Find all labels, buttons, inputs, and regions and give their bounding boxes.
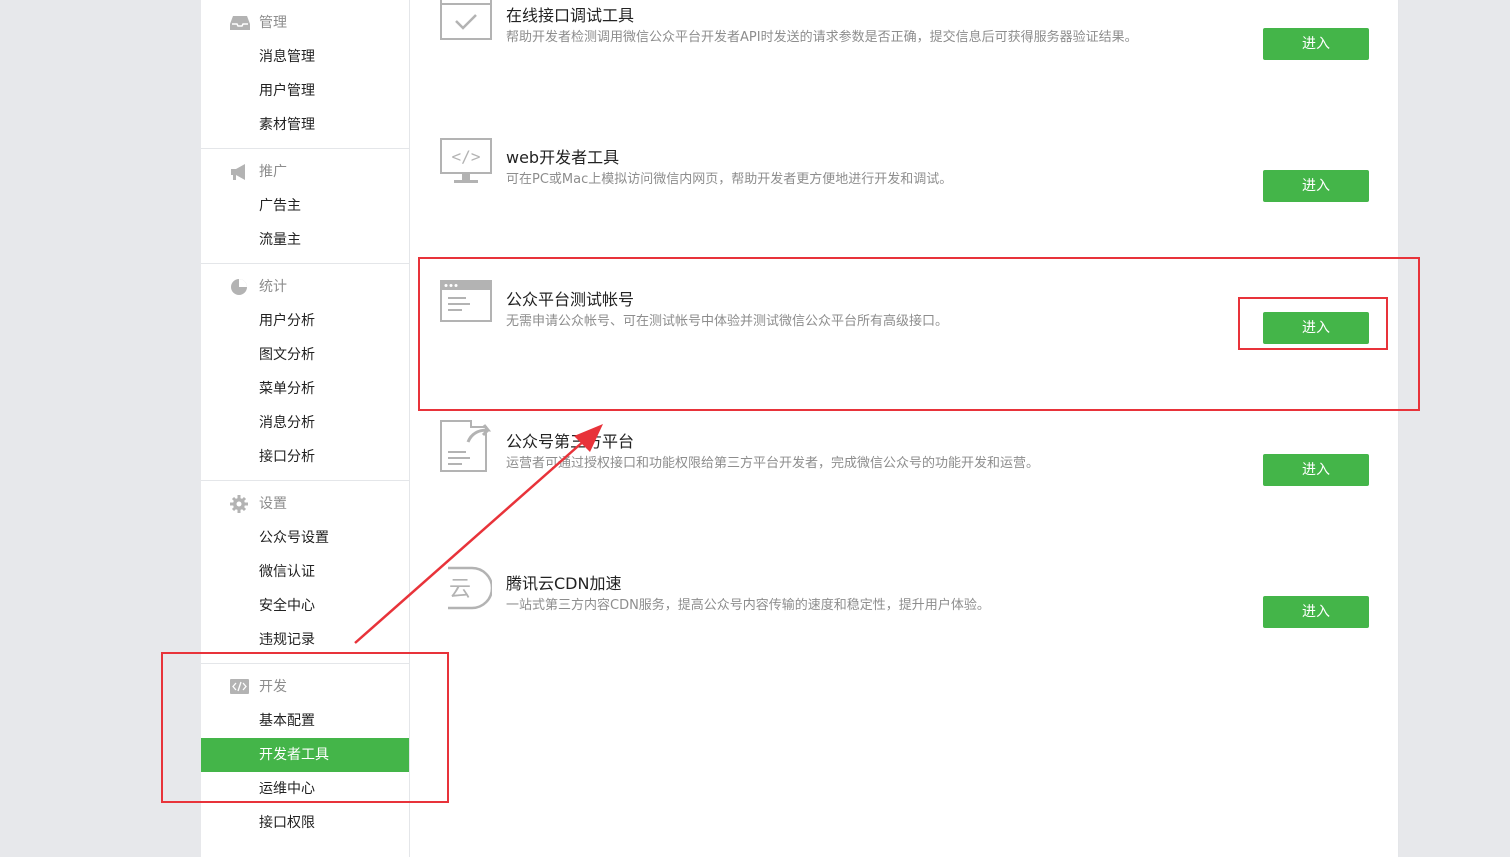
divider: [201, 480, 409, 481]
tool-description: 运营者可通过授权接口和功能权限给第三方平台开发者，完成微信公众号的功能开发和运营…: [506, 456, 1040, 471]
sidebar-item-users[interactable]: 用户管理: [201, 74, 409, 108]
sidebar-item-ops-center[interactable]: 运维中心: [201, 772, 409, 806]
tool-item-test-account: 公众平台测试帐号 无需申请公众帐号、可在测试帐号中体验并测试微信公众平台所有高级…: [410, 280, 1398, 428]
divider: [201, 663, 409, 664]
tool-item-tencent-cdn: 云 腾讯云CDN加速 一站式第三方内容CDN服务，提高公众号内容传输的速度和稳定…: [410, 566, 1398, 712]
sidebar-item-developer-tools[interactable]: 开发者工具: [201, 738, 409, 772]
menu-group-title: 设置: [259, 496, 287, 512]
developer-tools-panel: 在线接口调试工具 帮助开发者检测调用微信公众平台开发者API时发送的请求参数是否…: [410, 0, 1399, 857]
menu-group-promotion: 推广: [201, 155, 409, 189]
tool-title: 公众平台测试帐号: [506, 290, 635, 309]
sidebar-item-api-permissions[interactable]: 接口权限: [201, 806, 409, 840]
sidebar-item-advertiser[interactable]: 广告主: [201, 189, 409, 223]
inbox-icon: [230, 16, 250, 30]
menu-group-development: 开发: [201, 670, 409, 704]
tool-description: 可在PC或Mac上模拟访问微信内网页，帮助开发者更方便地进行开发和调试。: [506, 172, 953, 187]
checklist-window-icon: [440, 0, 492, 40]
sidebar-item-article-analysis[interactable]: 图文分析: [201, 338, 409, 372]
code-monitor-icon: </>: [440, 138, 492, 183]
document-share-icon: [440, 420, 492, 472]
sidebar-item-materials[interactable]: 素材管理: [201, 108, 409, 142]
sidebar: 管理 消息管理 用户管理 素材管理 推广 广告主 流量主 统计 用户分析 图文分…: [201, 0, 410, 857]
enter-button-web-devtools[interactable]: 进入: [1263, 170, 1369, 202]
divider: [201, 148, 409, 149]
tool-description: 帮助开发者检测调用微信公众平台开发者API时发送的请求参数是否正确，提交信息后可…: [506, 30, 1138, 45]
divider: [201, 263, 409, 264]
sidebar-item-user-analysis[interactable]: 用户分析: [201, 304, 409, 338]
megaphone-icon: [231, 164, 245, 180]
tool-item-web-devtools: </> web开发者工具 可在PC或Mac上模拟访问微信内网页，帮助开发者更方便…: [410, 138, 1398, 286]
tool-item-third-party: 公众号第三方平台 运营者可通过授权接口和功能权限给第三方平台开发者，完成微信公众…: [410, 420, 1398, 570]
tool-description: 无需申请公众帐号、可在测试帐号中体验并测试微信公众平台所有高级接口。: [506, 314, 949, 329]
svg-text:</>: </>: [452, 147, 481, 166]
menu-group-manage: 管理: [201, 6, 409, 40]
tool-title: 腾讯云CDN加速: [506, 574, 622, 593]
cloud-cdn-icon: 云: [448, 566, 492, 610]
menu-group-title: 统计: [259, 279, 287, 295]
enter-button-api-debugger[interactable]: 进入: [1263, 28, 1369, 60]
tool-title: 在线接口调试工具: [506, 6, 635, 25]
tool-item-api-debugger: 在线接口调试工具 帮助开发者检测调用微信公众平台开发者API时发送的请求参数是否…: [410, 0, 1398, 144]
menu-group-settings: 设置: [201, 487, 409, 521]
browser-window-icon: [440, 280, 492, 322]
sidebar-item-publisher[interactable]: 流量主: [201, 223, 409, 257]
sidebar-item-verification[interactable]: 微信认证: [201, 555, 409, 589]
menu-group-title: 推广: [259, 164, 287, 180]
sidebar-item-violations[interactable]: 违规记录: [201, 623, 409, 657]
sidebar-item-basic-config[interactable]: 基本配置: [201, 704, 409, 738]
code-icon: [230, 679, 249, 694]
enter-button-third-party[interactable]: 进入: [1263, 454, 1369, 486]
enter-button-test-account[interactable]: 进入: [1263, 312, 1369, 344]
pie-chart-icon: [231, 279, 247, 295]
menu-group-title: 管理: [259, 15, 287, 31]
sidebar-item-message-analysis[interactable]: 消息分析: [201, 406, 409, 440]
sidebar-item-security[interactable]: 安全中心: [201, 589, 409, 623]
menu-group-statistics: 统计: [201, 270, 409, 304]
sidebar-item-account-settings[interactable]: 公众号设置: [201, 521, 409, 555]
tool-title: 公众号第三方平台: [506, 432, 635, 451]
tool-title: web开发者工具: [506, 148, 620, 167]
svg-text:云: 云: [449, 577, 471, 602]
sidebar-item-api-analysis[interactable]: 接口分析: [201, 440, 409, 474]
tool-description: 一站式第三方内容CDN服务，提高公众号内容传输的速度和稳定性，提升用户体验。: [506, 598, 990, 613]
enter-button-tencent-cdn[interactable]: 进入: [1263, 596, 1369, 628]
sidebar-item-messages[interactable]: 消息管理: [201, 40, 409, 74]
gear-icon: [230, 495, 248, 513]
sidebar-item-menu-analysis[interactable]: 菜单分析: [201, 372, 409, 406]
menu-group-title: 开发: [259, 679, 287, 695]
